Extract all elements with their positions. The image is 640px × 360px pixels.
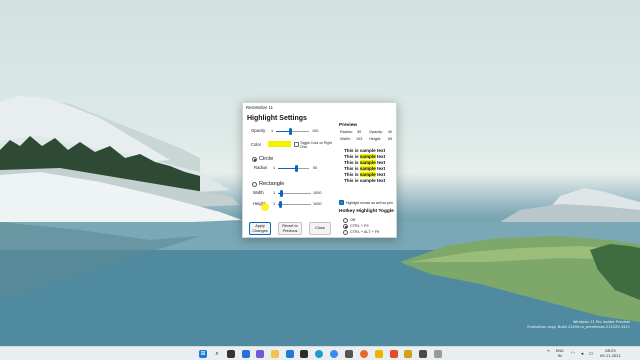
- file-explorer-icon[interactable]: [271, 350, 279, 358]
- width-track: [278, 193, 311, 194]
- vscode-icon[interactable]: [286, 350, 294, 358]
- language-line-1: ENG: [556, 349, 564, 353]
- highlight-mouse-label: Highlight mouse as well as pen: [346, 200, 393, 205]
- os-watermark: Windows 11 Pro Insider Preview Evaluatio…: [527, 320, 630, 330]
- width-min: 1: [273, 190, 276, 195]
- highlighted-word: sample: [359, 154, 376, 159]
- volume-icon[interactable]: ◂: [579, 351, 585, 357]
- hotkey-ctrl-alt-f9-label: CTRL + ALT + F9: [350, 230, 380, 234]
- app-icon-2[interactable]: [375, 350, 383, 358]
- apply-changes-button[interactable]: Apply Changes: [249, 222, 271, 235]
- circle-radio[interactable]: [252, 157, 257, 162]
- rectangle-radio[interactable]: [252, 182, 257, 187]
- radius-min: 1: [273, 165, 276, 170]
- wifi-icon[interactable]: ◠: [570, 351, 576, 357]
- firefox-icon[interactable]: [360, 350, 368, 358]
- hotkey-ctrl-alt-f9-radio[interactable]: [343, 230, 348, 235]
- color-swatch[interactable]: [268, 141, 291, 147]
- height-track: [278, 204, 311, 205]
- opacity-slider[interactable]: [289, 127, 293, 135]
- sample-text-block: This is sample text This is sample text …: [344, 148, 385, 184]
- sample-line: This is sample text: [344, 178, 385, 184]
- highlighted-word: sample: [359, 160, 376, 165]
- app-icon-1[interactable]: [345, 350, 353, 358]
- revert-button[interactable]: Revert to Previous: [278, 222, 302, 235]
- clock[interactable]: 08:29 09-11-2021: [600, 349, 621, 358]
- sample-text: This is sample text: [344, 172, 386, 177]
- preview-radius-value: 30: [357, 130, 362, 134]
- sample-text: This is sample text: [344, 160, 386, 165]
- sample-text: This is sample text: [344, 154, 386, 159]
- taskbar: ⊞ ⌕ ^ ENG IN ◠ ◂ ▭ 08:29 09-11-2021: [0, 346, 640, 360]
- preview-width-value: 103: [356, 137, 363, 141]
- radius-max: 50: [313, 165, 318, 170]
- dialog-titlebar[interactable]: ResHtmlize 11: [243, 103, 396, 112]
- preview-radius-label: Radius:: [340, 130, 353, 134]
- radius-slider[interactable]: [295, 164, 299, 172]
- preview-heading: Preview: [339, 123, 358, 128]
- rectangle-label: Rectangle: [259, 181, 285, 187]
- window-title: ResHtmlize 11: [246, 105, 273, 110]
- widgets-icon[interactable]: [242, 350, 250, 358]
- sample-text: This is sample text: [344, 178, 386, 183]
- hotkey-heading: Hotkey Highlight Toggle: [339, 209, 394, 214]
- width-max: 1000: [313, 190, 322, 195]
- task-view-icon[interactable]: [227, 350, 235, 358]
- preview-width-label: Width:: [340, 137, 351, 141]
- preview-height-value: 69: [388, 137, 393, 141]
- highlight-settings-dialog: ResHtmlize 11 Highlight Settings Opacity…: [242, 102, 397, 238]
- hotkey-ctrl-f9-radio[interactable]: [343, 224, 348, 229]
- hotkey-off-radio[interactable]: [343, 218, 348, 223]
- terminal-icon[interactable]: [300, 350, 308, 358]
- close-button[interactable]: Close: [309, 222, 331, 235]
- watermark-line-2: Evaluation copy. Build 22494.rs_prerelea…: [527, 325, 630, 329]
- chevron-up-icon[interactable]: ^: [546, 351, 551, 356]
- highlighted-word: sample: [359, 172, 376, 177]
- settings-icon[interactable]: [419, 350, 427, 358]
- start-icon[interactable]: ⊞: [199, 350, 207, 358]
- radius-fill: [278, 168, 297, 169]
- width-label: Width: [253, 190, 264, 195]
- sample-text: This is sample text: [344, 166, 386, 171]
- opacity-min: 1: [271, 128, 274, 133]
- clock-date: 09-11-2021: [600, 353, 621, 358]
- language-line-2: IN: [558, 353, 562, 358]
- sample-text: This is sample text: [344, 148, 386, 153]
- battery-icon[interactable]: ▭: [588, 351, 594, 357]
- highlighted-word: sample: [359, 166, 376, 171]
- mouse-highlight-cursor: [261, 203, 269, 211]
- opacity-max: 100: [312, 128, 319, 133]
- app-icon-5[interactable]: [434, 350, 442, 358]
- height-min: 1: [273, 201, 276, 206]
- preview-opacity-value: 40: [388, 130, 393, 134]
- search-icon[interactable]: ⌕: [213, 350, 221, 358]
- hotkey-ctrl-f9-label: CTRL + F9: [350, 224, 369, 228]
- opacity-label: Opacity: [251, 128, 266, 133]
- language-indicator[interactable]: ENG IN: [556, 349, 564, 358]
- edge-icon[interactable]: [315, 350, 323, 358]
- height-max: 1000: [313, 201, 322, 206]
- circle-label: Circle: [259, 156, 274, 162]
- preview-height-label: Height:: [369, 137, 382, 141]
- highlight-settings-heading: Highlight Settings: [247, 115, 307, 122]
- height-slider[interactable]: [278, 200, 282, 208]
- app-icon-4[interactable]: [404, 350, 412, 358]
- preview-opacity-label: Opacity:: [369, 130, 383, 134]
- color-label: Color: [251, 142, 262, 147]
- radius-label: Radius: [254, 165, 268, 170]
- toggle-color-label: Toggle Color on Right Click: [300, 141, 332, 149]
- toggle-color-checkbox[interactable]: [294, 142, 299, 147]
- app-icon-3[interactable]: [390, 350, 398, 358]
- width-slider[interactable]: [279, 189, 283, 197]
- highlight-mouse-checkbox[interactable]: ✓: [339, 200, 344, 205]
- hotkey-off-label: Off: [350, 218, 355, 222]
- chat-icon[interactable]: [256, 350, 264, 358]
- chrome-icon[interactable]: [330, 350, 338, 358]
